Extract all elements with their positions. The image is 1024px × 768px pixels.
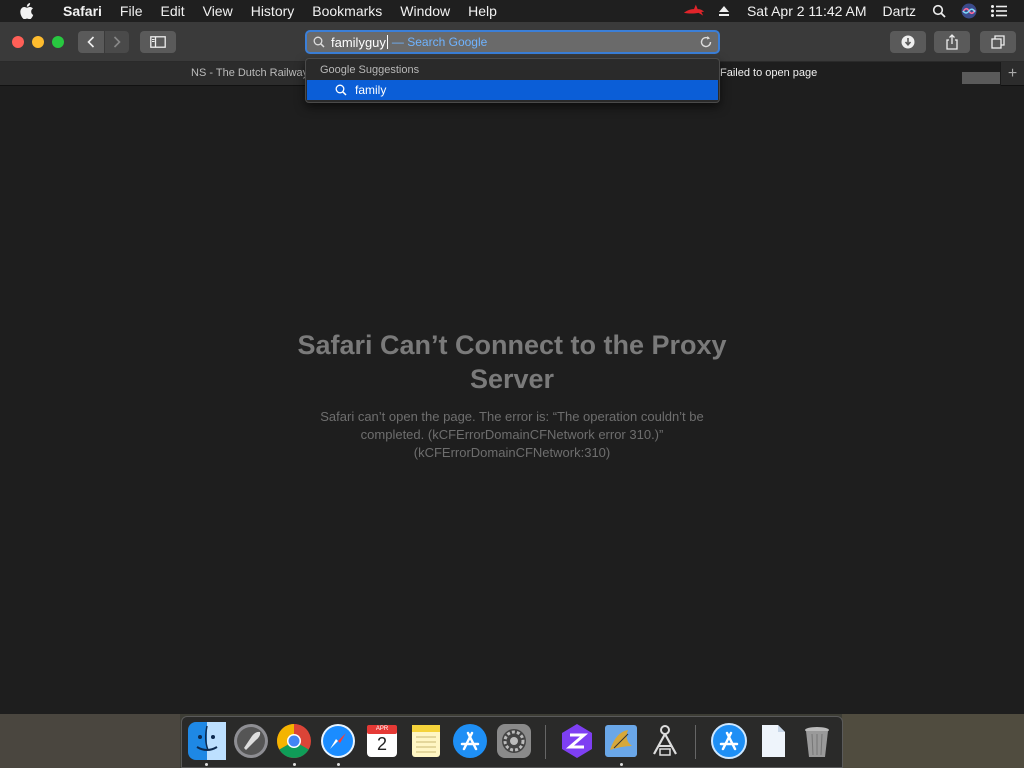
notes-icon[interactable] [407,722,445,760]
system-preferences-icon[interactable] [495,722,533,760]
download-icon [901,35,915,49]
suggestion-text: family [355,83,387,97]
back-button[interactable] [78,31,104,53]
finder-icon[interactable] [188,722,226,760]
ssh-tool-icon[interactable] [646,722,684,760]
calendar-month: APR [375,726,389,732]
safari-toolbar: familyguy — Search Google [0,22,1024,62]
eject-icon[interactable] [713,0,735,22]
show-all-tabs-button[interactable] [980,31,1016,53]
mail-icon[interactable] [602,722,640,760]
launchpad-icon[interactable] [232,722,270,760]
apple-icon[interactable] [18,0,36,22]
forward-button[interactable] [105,31,129,53]
search-icon [335,83,349,97]
safari-icon[interactable] [319,722,357,760]
window-minimize-button[interactable] [32,36,44,48]
zed-icon[interactable] [558,722,596,760]
suggestion-item[interactable]: family [307,80,718,100]
new-tab-button[interactable]: + [1000,62,1024,86]
search-engine-hint: — Search Google [391,35,488,49]
address-typed-text: familyguy [331,34,386,50]
dock-separator [695,725,696,759]
menubar-user[interactable]: Dartz [875,0,924,22]
tabs-overview-icon [991,35,1005,49]
chevron-left-icon [87,36,95,48]
dock: APR 2 [181,716,843,768]
reload-icon[interactable] [699,35,713,49]
shark-status-icon[interactable] [683,0,705,22]
desktop-wallpaper-left [0,714,180,768]
document-icon[interactable] [754,722,792,760]
tab-scrollbar [962,72,1000,84]
menu-window[interactable]: Window [391,0,459,22]
window-fullscreen-button[interactable] [52,36,64,48]
chrome-icon[interactable] [275,722,313,760]
menu-edit[interactable]: Edit [151,0,193,22]
running-indicator [337,763,340,766]
menu-safari[interactable]: Safari [54,0,111,22]
share-icon [946,34,958,50]
menu-bookmarks[interactable]: Bookmarks [303,0,391,22]
share-button[interactable] [934,31,970,53]
menu-history[interactable]: History [242,0,304,22]
menu-help[interactable]: Help [459,0,506,22]
tab-label: Failed to open page [720,67,818,79]
error-message: Safari can’t open the page. The error is… [320,409,704,460]
trash-icon[interactable] [798,722,836,760]
page-content: Safari Can’t Connect to the Proxy Server… [0,86,1024,714]
running-indicator [293,763,296,766]
search-suggestions-dropdown: Google Suggestions family [305,58,720,103]
calendar-icon[interactable]: APR 2 [363,722,401,760]
dock-separator [545,725,546,759]
notification-center-icon[interactable] [988,0,1010,22]
plus-icon: + [1007,65,1018,82]
downloads-button[interactable] [890,31,926,53]
running-indicator [205,763,208,766]
tab-ns-dutch-railways[interactable]: NS - The Dutch Railways [0,62,310,86]
calendar-day: 2 [376,734,387,754]
suggestions-header: Google Suggestions [320,64,420,76]
address-search-field[interactable]: familyguy — Search Google [305,30,720,54]
menu-bar: Safari File Edit View History Bookmarks … [0,0,1024,22]
sidebar-icon [150,36,166,48]
desktop-wallpaper-right [842,714,1024,768]
show-sidebar-button[interactable] [140,31,176,53]
app-store-icon[interactable] [451,722,489,760]
spotlight-search-icon[interactable] [928,0,950,22]
text-caret [386,35,388,49]
search-icon [313,35,327,49]
chevron-right-icon [113,36,121,48]
window-close-button[interactable] [12,36,24,48]
app-store-download-icon[interactable] [710,722,748,760]
menu-view[interactable]: View [194,0,242,22]
menubar-clock[interactable]: Sat Apr 2 11:42 AM [739,0,875,22]
error-title: Safari Can’t Connect to the Proxy Server [297,330,727,394]
menu-file[interactable]: File [111,0,152,22]
siri-icon[interactable] [958,0,980,22]
tab-label: NS - The Dutch Railways [191,67,310,79]
running-indicator [620,763,623,766]
